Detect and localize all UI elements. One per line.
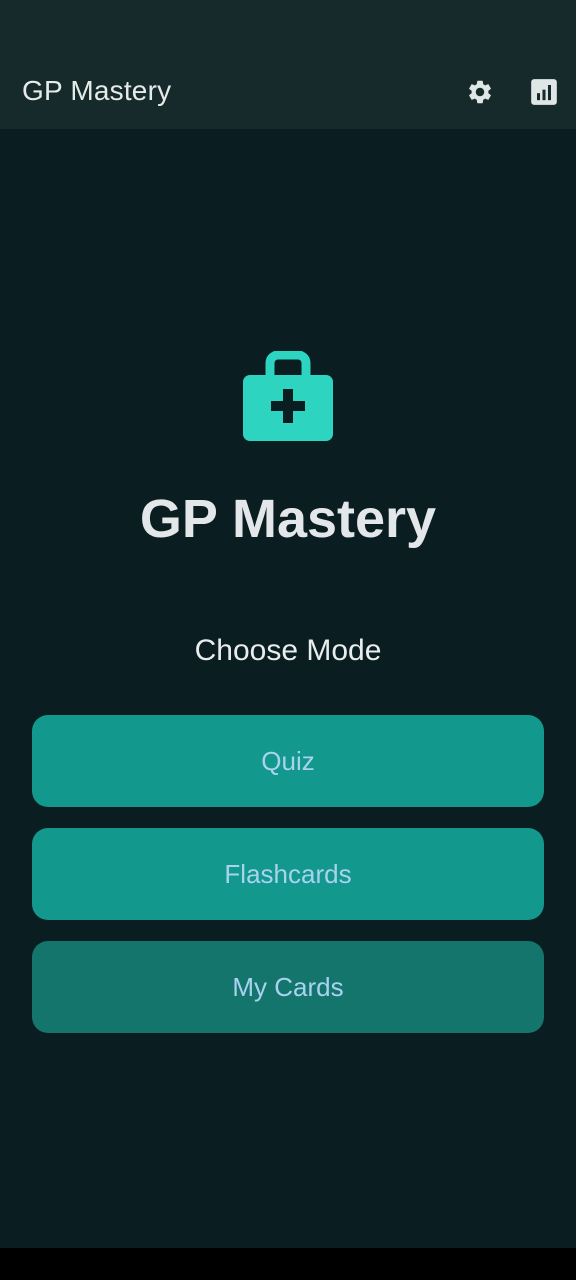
system-navigation-bar (0, 1248, 576, 1280)
bar-chart-icon (531, 79, 557, 105)
quiz-button[interactable]: Quiz (32, 715, 544, 807)
gear-icon (469, 80, 491, 104)
medical-bag-icon (243, 351, 333, 441)
my-cards-button[interactable]: My Cards (32, 941, 544, 1033)
choose-mode-heading: Choose Mode (194, 634, 382, 667)
main-content: GP Mastery Choose Mode Quiz Flashcards M… (0, 129, 576, 1248)
hero-title: GP Mastery (139, 489, 437, 549)
app-bar: GP Mastery (0, 0, 576, 129)
statistics-button[interactable] (524, 72, 564, 112)
settings-button[interactable] (460, 72, 500, 112)
app-bar-title: GP Mastery (22, 75, 172, 106)
flashcards-button[interactable]: Flashcards (32, 828, 544, 920)
